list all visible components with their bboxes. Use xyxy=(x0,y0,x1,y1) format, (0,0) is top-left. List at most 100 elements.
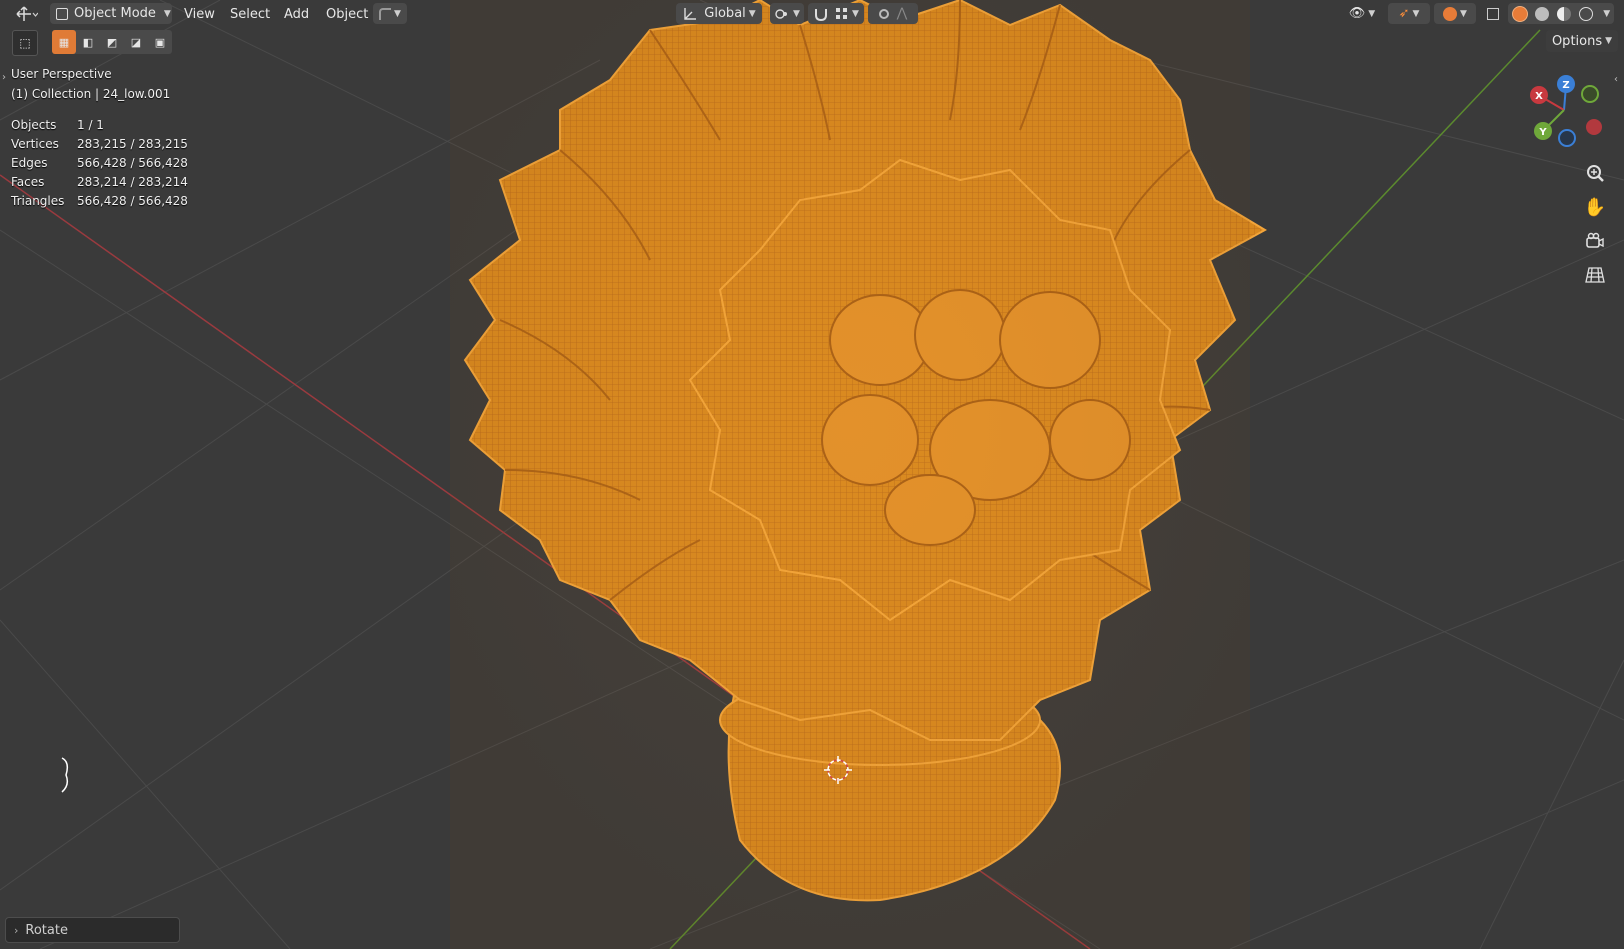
z-axis-label: Z xyxy=(1562,80,1569,91)
stat-vertices: Vertices 283,215 / 283,215 xyxy=(11,137,188,151)
stat-label: Objects xyxy=(11,118,57,132)
menu-select[interactable]: Select xyxy=(230,4,270,24)
menu-add[interactable]: Add xyxy=(284,4,309,24)
options-label: Options xyxy=(1551,33,1603,49)
neg-y-axis-handle xyxy=(1581,85,1599,103)
chevron-right-icon: › xyxy=(14,923,19,937)
camera-view-button[interactable] xyxy=(1580,226,1610,256)
falloff-icon: ⋀ xyxy=(896,6,908,21)
neg-z-axis-handle xyxy=(1558,129,1576,147)
selection-mode-group: ▦ ◧ ◩ ◪ ▣ xyxy=(52,30,172,54)
visibility-dropdown[interactable]: 👁 ▼ xyxy=(1344,3,1380,24)
chevron-down-icon: ▼ xyxy=(163,8,171,19)
menu-object[interactable]: Object xyxy=(326,4,368,24)
select-mode-toolbar: ⬚ ▦ ◧ ◩ ◪ ▣ xyxy=(12,30,172,56)
chevron-down-icon: ▼ xyxy=(1460,8,1467,19)
collection-label: (1) Collection | 24_low.001 xyxy=(11,87,171,101)
chevron-down-icon: ▼ xyxy=(1412,8,1420,19)
select-invert-button[interactable]: ◪ xyxy=(124,30,148,54)
object-mode-icon xyxy=(56,7,68,20)
gizmo-icon: ➶ xyxy=(1398,6,1410,21)
chevron-down-icon: ▼ xyxy=(793,8,800,19)
select-intersect-icon: ▣ xyxy=(154,35,166,49)
select-new-icon: ▦ xyxy=(58,35,70,49)
editor-type-button[interactable] xyxy=(8,3,46,24)
stat-label: Edges xyxy=(11,156,48,170)
ortho-toggle-button[interactable] xyxy=(1580,260,1610,290)
select-new-button[interactable]: ▦ xyxy=(52,30,76,54)
navigation-gizmo[interactable]: Z X Y xyxy=(1520,70,1620,155)
last-operator-panel[interactable]: › Rotate xyxy=(5,917,180,943)
magnet-icon xyxy=(815,8,828,21)
stat-objects: Objects 1 / 1 xyxy=(11,118,104,132)
overlays-icon xyxy=(1443,6,1458,21)
stat-value: 283,214 / 283,214 xyxy=(77,175,188,189)
axes-icon xyxy=(684,7,697,20)
stat-label: Triangles xyxy=(11,194,65,208)
chevron-down-icon: ▼ xyxy=(1605,36,1613,46)
view-name: User Perspective xyxy=(11,67,112,81)
chevron-down-icon: ▼ xyxy=(852,8,859,19)
stat-label: Faces xyxy=(11,175,45,189)
snap-group[interactable]: ▼ xyxy=(808,3,864,24)
grid-icon xyxy=(1585,267,1605,283)
cursor-icon: ⬚ xyxy=(19,36,31,50)
zoom-button[interactable] xyxy=(1580,158,1610,188)
select-subtract-icon: ◩ xyxy=(106,35,118,49)
xray-icon xyxy=(1487,7,1499,20)
move-arrows-icon xyxy=(16,5,38,21)
curve-icon xyxy=(379,7,392,20)
stat-edges: Edges 566,428 / 566,428 xyxy=(11,156,188,170)
pan-button[interactable]: ✋ xyxy=(1580,192,1610,222)
chevron-down-icon: ▼ xyxy=(394,8,401,19)
chevron-down-icon: ▼ xyxy=(1603,8,1611,19)
shading-group[interactable]: ▼ xyxy=(1508,3,1614,24)
stat-faces: Faces 283,214 / 283,214 xyxy=(11,175,188,189)
options-dropdown[interactable]: Options ▼ xyxy=(1546,30,1618,52)
transform-orientation-dropdown[interactable]: Global ▼ xyxy=(676,3,762,24)
stat-value: 1 / 1 xyxy=(77,118,104,132)
material-shading-icon[interactable] xyxy=(1557,6,1572,21)
wireframe-shading-icon[interactable] xyxy=(1511,5,1528,22)
select-intersect-button[interactable]: ▣ xyxy=(148,30,172,54)
3d-viewport[interactable] xyxy=(0,0,1624,949)
toolbar-toggle-icon[interactable]: › xyxy=(2,72,6,83)
stat-value: 283,215 / 283,215 xyxy=(77,137,188,151)
rendered-shading-icon[interactable] xyxy=(1578,6,1593,21)
x-axis-label: X xyxy=(1535,91,1543,102)
proportional-icon xyxy=(878,8,889,19)
menu-view[interactable]: View xyxy=(184,4,215,24)
select-subtract-button[interactable]: ◩ xyxy=(100,30,124,54)
hand-icon: ✋ xyxy=(1583,196,1607,218)
xray-toggle[interactable] xyxy=(1482,3,1504,24)
eye-icon: 👁 xyxy=(1348,6,1366,21)
zoom-icon xyxy=(1587,165,1604,182)
stat-value: 566,428 / 566,428 xyxy=(77,156,188,170)
gizmo-dropdown[interactable]: ➶ ▼ xyxy=(1388,3,1430,24)
stat-value: 566,428 / 566,428 xyxy=(77,194,188,208)
stat-triangles: Triangles 566,428 / 566,428 xyxy=(11,194,188,208)
orientation-label: Global xyxy=(704,6,746,21)
select-tool-button[interactable]: ⬚ xyxy=(12,30,38,56)
select-extend-button[interactable]: ◧ xyxy=(76,30,100,54)
stat-label: Vertices xyxy=(11,137,59,151)
solid-shading-icon[interactable] xyxy=(1535,6,1550,21)
snap-grid-icon xyxy=(836,7,848,19)
proportional-edit-group[interactable]: ⋀ xyxy=(868,3,918,24)
pivot-icon xyxy=(775,8,788,19)
chevron-down-icon: ▼ xyxy=(748,8,756,19)
camera-icon xyxy=(1586,232,1604,248)
viewport-grid xyxy=(0,0,1624,949)
mode-dropdown[interactable]: Object Mode ▼ xyxy=(50,3,172,24)
overlays-dropdown[interactable]: ▼ xyxy=(1434,3,1476,24)
gpencil-dropdown[interactable]: ▼ xyxy=(373,3,407,24)
y-axis-label: Y xyxy=(1538,127,1547,138)
chevron-down-icon: ▼ xyxy=(1368,8,1376,19)
pivot-dropdown[interactable]: ▼ xyxy=(770,3,804,24)
select-invert-icon: ◪ xyxy=(130,35,142,49)
neg-x-axis-handle xyxy=(1586,119,1602,135)
last-operator-label: Rotate xyxy=(25,922,68,938)
mouse-cursor xyxy=(61,757,69,793)
mode-label: Object Mode xyxy=(74,6,156,21)
viewport-header: Object Mode ▼ View Select Add Object ▼ G… xyxy=(0,0,1624,27)
